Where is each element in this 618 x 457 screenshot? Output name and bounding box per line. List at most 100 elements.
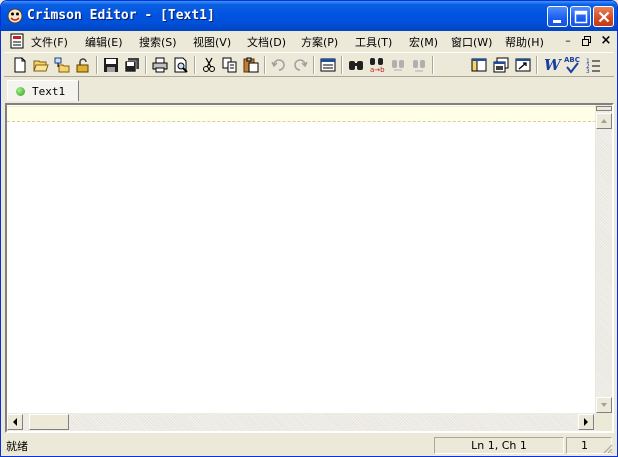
toggle-panel-icon xyxy=(320,58,336,72)
mdi-restore-button[interactable] xyxy=(579,33,595,49)
undo-button[interactable] xyxy=(269,56,289,74)
arrow-down-icon xyxy=(601,403,607,407)
menu-view[interactable]: 视图(V) xyxy=(193,34,231,50)
app-window: Crimson Editor - [Text1] 文件(F) 编辑(E) 搜索(… xyxy=(0,0,618,457)
mdi-minimize-button[interactable]: – xyxy=(560,33,576,49)
find-prev-icon xyxy=(413,60,425,72)
toolbar-separator xyxy=(194,56,196,74)
directory-tree-icon xyxy=(471,58,487,72)
replace-button[interactable]: a→b xyxy=(367,56,387,74)
menu-bar: 文件(F) 编辑(E) 搜索(S) 视图(V) 文档(D) 方案(P) 工具(T… xyxy=(4,31,614,51)
tab-status-icon xyxy=(16,87,25,96)
horizontal-scrollbar[interactable] xyxy=(7,413,596,431)
menu-help[interactable]: 帮助(H) xyxy=(505,34,544,50)
save-all-button[interactable] xyxy=(122,56,142,74)
open-folder-icon xyxy=(33,60,49,72)
redo-icon xyxy=(294,59,308,71)
line-numbers-button[interactable]: 123 xyxy=(583,56,603,74)
print-preview-button[interactable] xyxy=(171,56,191,74)
new-file-icon xyxy=(14,57,26,73)
toolbar-separator xyxy=(264,56,266,74)
toolbar-separator xyxy=(313,56,315,74)
window-title: Crimson Editor - [Text1] xyxy=(27,8,215,23)
save-icon xyxy=(104,58,118,72)
toolbar-separator xyxy=(96,56,98,74)
line-numbers-icon: 123 xyxy=(586,58,600,73)
unlock-icon xyxy=(76,58,89,73)
arrow-up-icon xyxy=(601,119,607,123)
vertical-scrollbar[interactable] xyxy=(595,105,612,415)
spell-check-button[interactable]: ABC xyxy=(562,56,582,74)
print-icon xyxy=(152,57,168,73)
scroll-down-button[interactable] xyxy=(596,397,612,413)
fullscreen-button[interactable] xyxy=(513,56,533,74)
find-button[interactable] xyxy=(346,56,366,74)
title-bar[interactable]: Crimson Editor - [Text1] xyxy=(1,1,617,31)
save-button[interactable] xyxy=(101,56,121,74)
checkmark-icon xyxy=(566,62,579,74)
menu-search[interactable]: 搜索(S) xyxy=(139,34,177,50)
toolbar-separator xyxy=(536,56,538,74)
horizontal-scroll-thumb[interactable] xyxy=(29,414,69,430)
print-preview-icon xyxy=(174,57,188,73)
find-next-button[interactable] xyxy=(388,56,408,74)
minimize-button[interactable] xyxy=(547,6,568,27)
svg-text:a→b: a→b xyxy=(370,66,385,73)
arrow-right-icon xyxy=(584,418,588,426)
toolbar-separator xyxy=(145,56,147,74)
new-file-button[interactable] xyxy=(10,56,30,74)
maximize-button[interactable] xyxy=(570,6,591,27)
cut-icon xyxy=(203,57,215,72)
cursor-position: Ln 1, Ch 1 xyxy=(434,437,564,454)
find-next-icon xyxy=(392,60,404,71)
text-editor-area[interactable] xyxy=(7,123,596,415)
document-tab-bar: Text1 xyxy=(4,78,614,102)
replace-icon: a→b xyxy=(370,58,385,73)
scroll-up-button[interactable] xyxy=(596,113,612,129)
scroll-right-button[interactable] xyxy=(578,414,594,430)
current-line-highlight xyxy=(7,106,596,122)
menu-tools[interactable]: 工具(T) xyxy=(355,34,392,50)
status-message: 就绪 xyxy=(6,440,28,453)
save-all-icon xyxy=(124,58,139,73)
menu-macro[interactable]: 宏(M) xyxy=(409,34,438,50)
document-icon[interactable] xyxy=(10,33,24,49)
menu-project[interactable]: 方案(P) xyxy=(301,34,338,50)
tab-text1[interactable]: Text1 xyxy=(7,80,79,101)
find-prev-button[interactable] xyxy=(409,56,429,74)
paste-button[interactable] xyxy=(241,56,261,74)
redo-button[interactable] xyxy=(290,56,310,74)
open-remote-button[interactable] xyxy=(52,56,72,74)
menu-document[interactable]: 文档(D) xyxy=(247,34,286,50)
print-button[interactable] xyxy=(150,56,170,74)
menu-file[interactable]: 文件(F) xyxy=(31,34,68,50)
scroll-left-button[interactable] xyxy=(7,414,23,430)
word-wrap-button[interactable]: W xyxy=(541,56,561,74)
splitter-handle[interactable] xyxy=(596,106,612,111)
open-file-button[interactable] xyxy=(31,56,51,74)
copy-button[interactable] xyxy=(220,56,240,74)
cut-button[interactable] xyxy=(199,56,219,74)
copy-icon xyxy=(222,57,237,73)
resize-grip-icon[interactable] xyxy=(601,442,613,454)
menu-edit[interactable]: 编辑(E) xyxy=(85,34,123,50)
word-wrap-icon: W xyxy=(544,56,561,74)
close-button[interactable] xyxy=(593,6,614,27)
unlock-button[interactable] xyxy=(73,56,93,74)
app-icon[interactable] xyxy=(7,8,23,24)
output-window-icon xyxy=(493,57,509,73)
svg-text:3: 3 xyxy=(586,68,590,73)
toggle-panel-button[interactable] xyxy=(318,56,338,74)
editor-frame xyxy=(5,103,614,433)
mdi-close-button[interactable]: × xyxy=(598,33,614,49)
output-window-button[interactable] xyxy=(491,56,511,74)
scrollbar-corner xyxy=(595,413,612,431)
arrow-left-icon xyxy=(13,418,17,426)
paste-icon xyxy=(243,57,259,73)
menu-window[interactable]: 窗口(W) xyxy=(451,34,492,50)
status-bar: 就绪 Ln 1, Ch 1 1 xyxy=(4,435,614,455)
toolbar-separator xyxy=(432,56,434,74)
directory-tree-button[interactable] xyxy=(469,56,489,74)
fullscreen-icon xyxy=(515,58,531,72)
undo-icon xyxy=(271,59,285,71)
